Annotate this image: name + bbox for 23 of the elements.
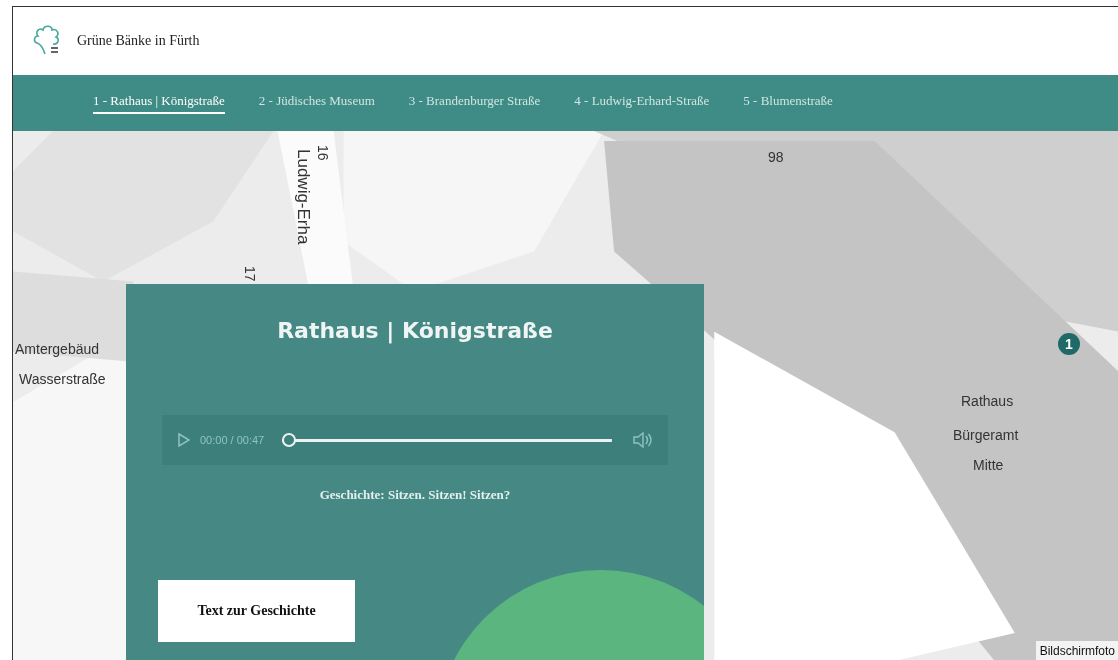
place-label: Rathaus (961, 393, 1014, 409)
street-label: Ludwig-Erha (293, 149, 313, 245)
nav-tab[interactable]: 3 - Brandenburger Straße (408, 92, 541, 114)
speaker-icon[interactable] (632, 432, 652, 448)
place-label: Wasserstraße (19, 371, 106, 387)
story-text-button[interactable]: Text zur Geschichte (158, 580, 355, 642)
nav-tab[interactable]: 2 - Jüdisches Museum (258, 92, 375, 114)
nav-tab[interactable]: 1 - Rathaus | Königstraße (93, 92, 225, 114)
play-icon[interactable] (178, 433, 190, 447)
nav-tab[interactable]: 4 - Ludwig-Erhard-Straße (574, 92, 710, 114)
place-label: Amtergebäud (15, 341, 100, 357)
slider-thumb[interactable] (282, 433, 297, 447)
image-caption: Bildschirmfoto (1035, 641, 1118, 660)
house-number: 98 (768, 149, 784, 165)
nav-tab[interactable]: 5 - Blumenstraße (743, 92, 833, 114)
house-number: 17 (242, 266, 258, 282)
panel-title: Rathaus | Königstraße (277, 318, 553, 343)
story-title: Geschichte: Sitzen. Sitzen! Sitzen? (319, 487, 511, 503)
place-label: Bürgeramt (953, 427, 1019, 443)
site-title: Grüne Bänke in Fürth (77, 33, 200, 49)
place-label: Mitte (973, 457, 1004, 473)
time-readout: 00:00 / 00:47 (200, 434, 265, 446)
house-number: 16 (315, 145, 331, 161)
